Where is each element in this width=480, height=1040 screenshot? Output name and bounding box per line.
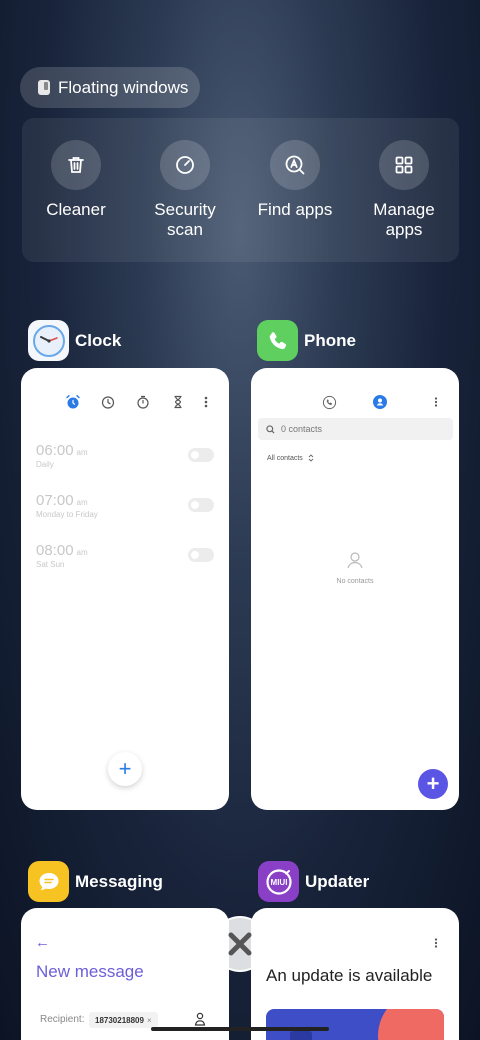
alarm-ampm: am xyxy=(76,498,88,507)
home-indicator[interactable] xyxy=(151,1027,329,1031)
clock-app-header[interactable]: Clock xyxy=(28,320,121,361)
phone-more-icon[interactable] xyxy=(431,395,441,414)
messaging-app-icon xyxy=(28,861,69,902)
add-alarm-button[interactable]: + xyxy=(108,752,142,786)
floating-window-icon xyxy=(38,80,50,95)
contacts-tab-icon[interactable] xyxy=(373,395,387,414)
alarm-repeat: Daily xyxy=(36,460,54,469)
alarm-row[interactable]: 06:00 am Daily xyxy=(36,442,214,469)
close-icon xyxy=(228,932,252,956)
clock-app-icon xyxy=(28,320,69,361)
alarm-row[interactable]: 07:00 am Monday to Friday xyxy=(36,492,214,519)
plus-icon: + xyxy=(118,756,132,781)
alarm-toggle[interactable] xyxy=(188,498,214,512)
plus-icon: + xyxy=(426,771,440,796)
phone-app-card[interactable]: 0 contacts All contacts No contacts + xyxy=(251,368,459,810)
updater-app-icon: MIUI xyxy=(258,861,299,902)
messaging-app-card[interactable]: ← New message Recipient: 18730218809 × xyxy=(21,908,229,1040)
messaging-app-header[interactable]: Messaging xyxy=(28,861,163,902)
security-scan-icon xyxy=(160,140,210,190)
security-scan-button[interactable]: Security scan xyxy=(135,140,235,240)
contacts-filter-label: All contacts xyxy=(267,454,303,462)
manage-apps-button[interactable]: Manage apps xyxy=(354,140,454,240)
call-log-tab-icon[interactable] xyxy=(322,395,337,415)
timer-tab-icon[interactable] xyxy=(170,394,186,415)
contact-picker-icon[interactable] xyxy=(194,1012,206,1026)
phone-app-name: Phone xyxy=(304,330,356,350)
recipient-label: Recipient: xyxy=(40,1014,85,1025)
alarm-toggle[interactable] xyxy=(188,548,214,562)
alarm-time: 08:00 xyxy=(36,542,74,559)
update-available-title: An update is available xyxy=(266,966,433,985)
update-banner-image xyxy=(266,1009,444,1040)
contacts-search-input[interactable]: 0 contacts xyxy=(258,418,453,440)
alarm-toggle[interactable] xyxy=(188,448,214,462)
clock-app-card[interactable]: 06:00 am Daily 07:00 am Monday to Friday 0… xyxy=(21,368,229,810)
alarm-time: 07:00 xyxy=(36,492,74,509)
security-scan-label: Security scan xyxy=(154,200,216,239)
contacts-search-placeholder: 0 contacts xyxy=(281,424,323,434)
alarm-tab-icon[interactable] xyxy=(65,394,81,415)
find-apps-icon xyxy=(270,140,320,190)
back-arrow-icon[interactable]: ← xyxy=(35,934,50,951)
miui-logo-text: MIUI xyxy=(270,878,287,887)
recipient-number: 18730218809 xyxy=(95,1015,144,1025)
no-contacts-text: No contacts xyxy=(336,578,374,585)
trash-icon xyxy=(51,140,101,190)
phone-app-icon xyxy=(257,320,298,361)
sort-chevron-icon xyxy=(308,454,314,462)
messaging-app-name: Messaging xyxy=(75,871,163,891)
updater-more-icon[interactable] xyxy=(431,936,441,955)
clear-all-button[interactable] xyxy=(212,916,268,972)
alarm-row[interactable]: 08:00 am Sat Sun xyxy=(36,542,214,569)
cleaner-button[interactable]: Cleaner xyxy=(26,140,126,220)
recipient-chip[interactable]: 18730218809 × xyxy=(89,1012,158,1028)
remove-recipient-icon[interactable]: × xyxy=(147,1016,152,1025)
floating-windows-button[interactable]: Floating windows xyxy=(20,67,200,108)
clock-app-name: Clock xyxy=(75,330,122,350)
new-message-title: New message xyxy=(36,962,144,981)
find-apps-label: Find apps xyxy=(257,200,333,219)
quick-tools-panel: Cleaner Security scan Find apps Manage a… xyxy=(22,118,459,262)
updater-app-name: Updater xyxy=(305,871,370,891)
alarm-ampm: am xyxy=(76,448,88,457)
alarm-repeat: Sat Sun xyxy=(36,560,65,569)
manage-apps-label: Manage apps xyxy=(373,200,435,239)
stopwatch-tab-icon[interactable] xyxy=(135,394,151,415)
clock-toolbar xyxy=(21,394,229,410)
add-contact-button[interactable]: + xyxy=(418,769,448,799)
alarm-repeat: Monday to Friday xyxy=(36,510,98,519)
floating-windows-label: Floating windows xyxy=(58,77,189,97)
find-apps-button[interactable]: Find apps xyxy=(245,140,345,220)
updater-app-header[interactable]: MIUI Updater xyxy=(258,861,369,902)
world-clock-tab-icon[interactable] xyxy=(100,394,116,415)
updater-app-card[interactable]: An update is available xyxy=(251,908,459,1040)
phone-app-header[interactable]: Phone xyxy=(257,320,356,361)
cleaner-label: Cleaner xyxy=(46,200,106,219)
contacts-filter-dropdown[interactable]: All contacts xyxy=(267,454,314,462)
alarm-time: 06:00 xyxy=(36,442,74,459)
alarm-ampm: am xyxy=(76,548,88,557)
manage-apps-icon xyxy=(379,140,429,190)
empty-contacts-icon xyxy=(347,552,363,569)
search-icon xyxy=(266,424,275,434)
clock-more-icon[interactable] xyxy=(201,394,211,415)
